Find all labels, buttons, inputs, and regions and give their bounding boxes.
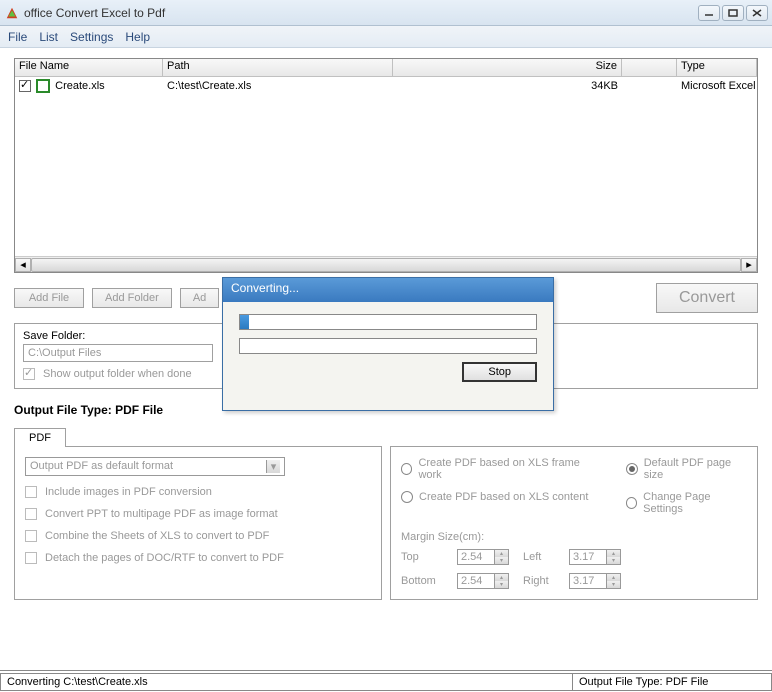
opt-ppt-multipage-checkbox[interactable] bbox=[25, 508, 37, 520]
progress-bar-1 bbox=[239, 314, 537, 330]
row-path: C:\test\Create.xls bbox=[163, 80, 393, 92]
opt-ppt-multipage-label: Convert PPT to multipage PDF as image fo… bbox=[45, 508, 278, 520]
add-file-button[interactable]: Add File bbox=[14, 288, 84, 308]
save-folder-input[interactable] bbox=[23, 344, 213, 362]
statusbar: Converting C:\test\Create.xls Output Fil… bbox=[0, 670, 772, 692]
opt-combine-xls-checkbox[interactable] bbox=[25, 530, 37, 542]
chevron-down-icon: ▾ bbox=[266, 460, 280, 473]
radio-frame-work-label: Create PDF based on XLS frame work bbox=[418, 457, 595, 481]
opt-include-images-checkbox[interactable] bbox=[25, 486, 37, 498]
radio-default-size[interactable] bbox=[626, 463, 638, 475]
row-size: 34KB bbox=[393, 80, 622, 92]
col-header-name[interactable]: File Name bbox=[15, 59, 163, 76]
opt-detach-doc-checkbox[interactable] bbox=[25, 552, 37, 564]
opt-combine-xls-label: Combine the Sheets of XLS to convert to … bbox=[45, 530, 269, 542]
opt-detach-doc-label: Detach the pages of DOC/RTF to convert t… bbox=[45, 552, 284, 564]
add-folder-button[interactable]: Add Folder bbox=[92, 288, 172, 308]
converting-dialog: Converting... Stop bbox=[222, 277, 554, 411]
radio-xls-content-label: Create PDF based on XLS content bbox=[419, 491, 588, 503]
close-button[interactable] bbox=[746, 5, 768, 21]
margin-top-spinner[interactable]: ▴▾ bbox=[457, 549, 509, 565]
radio-default-size-label: Default PDF page size bbox=[644, 457, 747, 481]
table-row[interactable]: Create.xls C:\test\Create.xls 34KB Micro… bbox=[15, 77, 757, 95]
menubar: File List Settings Help bbox=[0, 26, 772, 48]
titlebar: office Convert Excel to Pdf bbox=[0, 0, 772, 26]
margin-right-label: Right bbox=[523, 575, 563, 587]
convert-button[interactable]: Convert bbox=[656, 283, 758, 313]
margin-bottom-label: Bottom bbox=[401, 575, 451, 587]
row-checkbox[interactable] bbox=[19, 80, 31, 92]
scroll-right-icon[interactable]: ▸ bbox=[741, 258, 757, 272]
file-list-header: File Name Path Size Type bbox=[15, 59, 757, 77]
scroll-left-icon[interactable]: ◂ bbox=[15, 258, 31, 272]
status-left: Converting C:\test\Create.xls bbox=[0, 673, 572, 691]
tab-pdf[interactable]: PDF bbox=[14, 428, 66, 447]
col-header-path[interactable]: Path bbox=[163, 59, 393, 76]
margin-top-label: Top bbox=[401, 551, 451, 563]
file-list: File Name Path Size Type Create.xls C:\t… bbox=[14, 58, 758, 273]
menu-help[interactable]: Help bbox=[125, 30, 150, 44]
add-url-button[interactable]: Ad bbox=[180, 288, 219, 308]
scroll-thumb[interactable] bbox=[31, 258, 741, 272]
menu-file[interactable]: File bbox=[8, 30, 27, 44]
opt-include-images-label: Include images in PDF conversion bbox=[45, 486, 212, 498]
dropdown-value: Output PDF as default format bbox=[30, 460, 173, 473]
left-panel: Output PDF as default format ▾ Include i… bbox=[14, 446, 382, 600]
margin-right-spinner[interactable]: ▴▾ bbox=[569, 573, 621, 589]
radio-xls-content[interactable] bbox=[401, 491, 413, 503]
col-header-type[interactable]: Type bbox=[677, 59, 757, 76]
status-right: Output File Type: PDF File bbox=[572, 673, 772, 691]
col-header-size-spacer bbox=[622, 59, 677, 76]
radio-frame-work[interactable] bbox=[401, 463, 412, 475]
margin-left-label: Left bbox=[523, 551, 563, 563]
minimize-button[interactable] bbox=[698, 5, 720, 21]
output-format-dropdown[interactable]: Output PDF as default format ▾ bbox=[25, 457, 285, 476]
dialog-title: Converting... bbox=[223, 278, 553, 302]
row-filename: Create.xls bbox=[55, 80, 105, 92]
radio-change-settings[interactable] bbox=[626, 497, 637, 509]
xls-icon bbox=[36, 79, 50, 93]
horizontal-scrollbar[interactable]: ◂ ▸ bbox=[15, 256, 757, 272]
stop-button[interactable]: Stop bbox=[462, 362, 537, 382]
menu-list[interactable]: List bbox=[39, 30, 58, 44]
maximize-button[interactable] bbox=[722, 5, 744, 21]
show-output-checkbox[interactable] bbox=[23, 368, 35, 380]
margin-bottom-spinner[interactable]: ▴▾ bbox=[457, 573, 509, 589]
margin-size-label: Margin Size(cm): bbox=[401, 531, 747, 543]
margin-left-spinner[interactable]: ▴▾ bbox=[569, 549, 621, 565]
app-icon bbox=[4, 5, 20, 21]
progress-bar-2 bbox=[239, 338, 537, 354]
col-header-size[interactable]: Size bbox=[393, 59, 622, 76]
menu-settings[interactable]: Settings bbox=[70, 30, 113, 44]
radio-change-settings-label: Change Page Settings bbox=[643, 491, 747, 515]
row-type: Microsoft Excel bbox=[677, 80, 757, 92]
window-controls bbox=[698, 5, 768, 21]
window-title: office Convert Excel to Pdf bbox=[24, 6, 698, 20]
show-output-label: Show output folder when done bbox=[43, 368, 192, 380]
right-panel: Create PDF based on XLS frame work Creat… bbox=[390, 446, 758, 600]
